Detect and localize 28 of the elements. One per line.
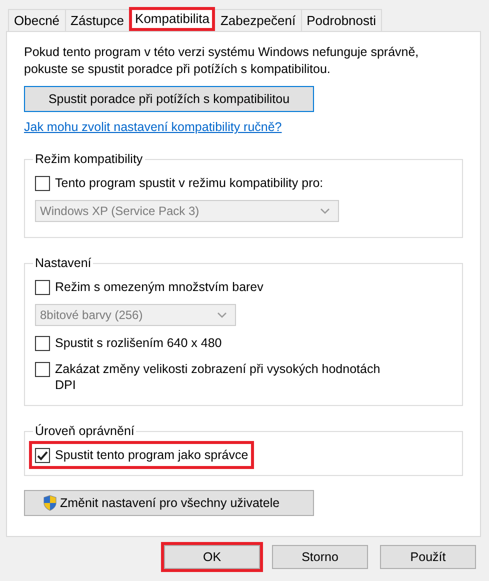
- checkbox-row[interactable]: Tento program spustit v režimu kompatibility pro:: [29, 169, 330, 197]
- dialog-button[interactable]: OK: [164, 545, 260, 569]
- help-link[interactable]: Jak mohu zvolit nastavení kompatibility ručně?: [24, 120, 282, 134]
- shield-icon: [43, 495, 57, 511]
- tab[interactable]: Zabezpečení: [214, 9, 302, 31]
- checkbox[interactable]: [35, 336, 50, 351]
- change-all-users-button[interactable]: Změnit nastavení pro všechny uživatele: [24, 490, 314, 516]
- checkbox-row[interactable]: Spustit tento program jako správce: [29, 441, 254, 469]
- group-title: Režim kompatibility: [34, 152, 144, 166]
- checkbox[interactable]: [35, 280, 50, 295]
- tab[interactable]: Podrobnosti: [300, 9, 382, 31]
- intro-text: Pokud tento program v této verzi systému Windows nefunguje správně, pokuste se spustit poradce při potížích s kompatibilitou.: [24, 44, 420, 78]
- tab[interactable]: Zástupce: [64, 9, 130, 31]
- chevron-down-icon: [320, 208, 330, 214]
- group-title: Nastavení: [34, 256, 92, 270]
- checkbox-row[interactable]: Spustit s rozlišením 640 x 480: [29, 329, 228, 357]
- dialog-button[interactable]: Storno: [272, 545, 368, 569]
- group-title: Úroveň oprávnění: [34, 424, 136, 438]
- checkbox-row[interactable]: Zakázat změny velikosti zobrazení při vysokých hodnotách DPI: [29, 355, 401, 399]
- chevron-down-icon: [217, 312, 227, 318]
- tab[interactable]: Kompatibilita: [129, 7, 216, 31]
- dialog-button[interactable]: Použít: [380, 545, 476, 569]
- checkbox[interactable]: [35, 176, 50, 191]
- checkbox[interactable]: [35, 362, 50, 377]
- tab[interactable]: Obecné: [8, 9, 66, 31]
- troubleshoot-button[interactable]: Spustit poradce při potížích s kompatibilitou: [24, 86, 314, 112]
- checkbox[interactable]: [35, 448, 50, 463]
- checkbox-row[interactable]: Režim s omezeným množstvím barev: [29, 273, 270, 301]
